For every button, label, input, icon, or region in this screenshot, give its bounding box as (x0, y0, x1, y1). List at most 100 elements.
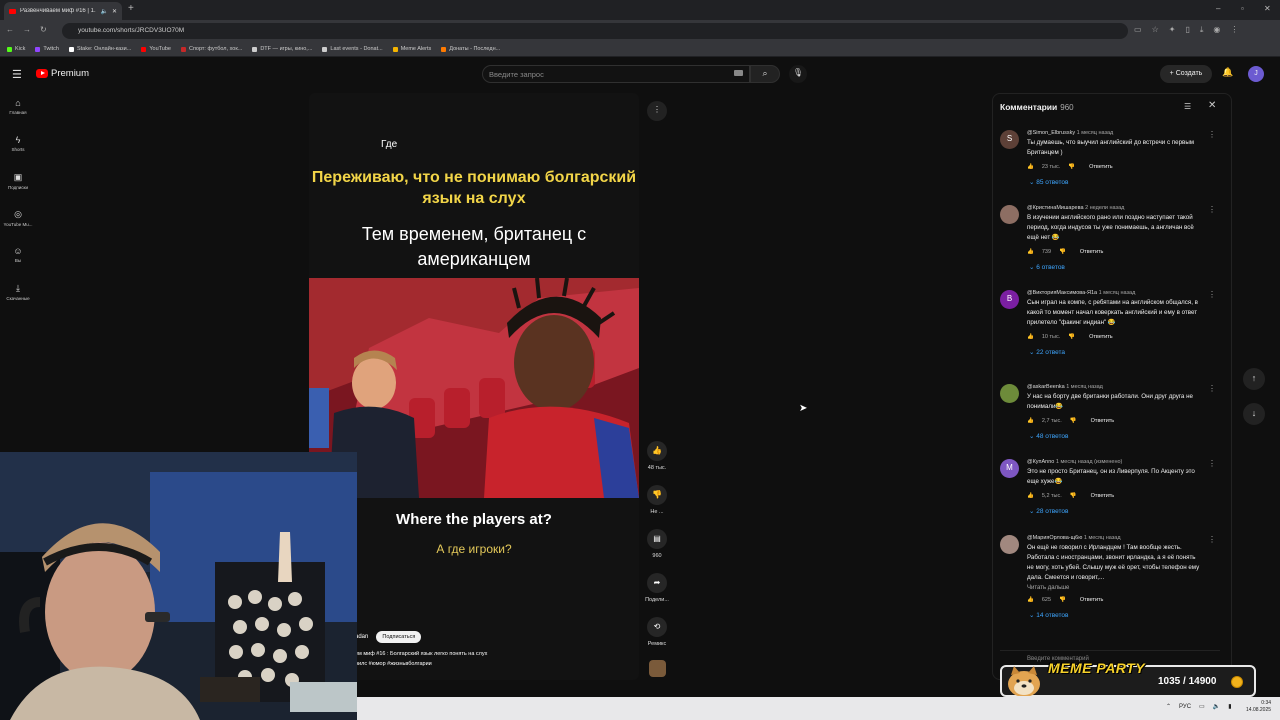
channel-name[interactable]: adan (355, 634, 368, 640)
thumb-up-icon[interactable]: 👍 (1027, 164, 1034, 170)
maximize-icon[interactable]: ▫ (1241, 4, 1244, 13)
comment-avatar[interactable]: M (1000, 459, 1019, 478)
reply-button[interactable]: Ответить (1091, 493, 1115, 499)
thumb-down-icon[interactable]: 👎 (647, 485, 667, 505)
reload-icon[interactable]: ↻ (40, 25, 47, 34)
voice-search-button[interactable]: 🎙 (789, 65, 807, 83)
search-button[interactable]: ⌕ (750, 65, 780, 83)
bookmark-item[interactable]: Twitch (35, 46, 59, 52)
comment-author[interactable]: @КристинаМишарева (1027, 205, 1084, 211)
bookmark-item[interactable]: Stake: Онлайн-кази... (68, 46, 131, 52)
bookmark-item[interactable]: Meme Alerts (392, 46, 431, 52)
extensions-icon[interactable]: ✦ (1169, 25, 1176, 35)
replies-toggle[interactable]: ⌄ 28 ответов (1029, 507, 1203, 515)
thumb-up-icon[interactable]: 👍 (1027, 334, 1034, 340)
avatar[interactable]: J (1248, 66, 1264, 82)
read-more-link[interactable]: Читать дальше (1027, 585, 1203, 591)
comment-author[interactable]: @Simon_Elbrussky (1027, 130, 1075, 136)
language-indicator[interactable]: РУС (1179, 704, 1191, 710)
comment-avatar[interactable] (1000, 205, 1019, 224)
menu-icon[interactable]: ☰ (12, 68, 22, 81)
video-more-button[interactable]: ⋮ (647, 101, 667, 121)
minimize-icon[interactable]: – (1216, 4, 1220, 13)
create-button[interactable]: + Создать (1160, 65, 1212, 83)
new-tab-button[interactable]: + (128, 3, 134, 14)
clock[interactable]: 0:34 14.08.2025 (1246, 700, 1271, 714)
comment-avatar[interactable] (1000, 384, 1019, 403)
bookmark-item[interactable]: Kick (7, 46, 25, 52)
tray-chevron-icon[interactable]: ⌃ (1166, 703, 1171, 710)
download-icon[interactable]: ⤓ (1200, 25, 1204, 35)
comment-menu-icon[interactable]: ⋮ (1208, 130, 1216, 139)
sidebar-item[interactable]: ⤓ Скачанные (0, 283, 36, 301)
comment-menu-icon[interactable]: ⋮ (1208, 535, 1216, 544)
thumb-up-icon[interactable]: 👍 (1027, 418, 1034, 424)
thumb-up-icon[interactable]: 👍 (1027, 597, 1034, 603)
comment-author[interactable]: @askarBeenka (1027, 384, 1065, 390)
sidepanel-icon[interactable]: ▯ (1185, 25, 1189, 35)
bookmark-item[interactable]: Спорт: футбол, хок... (180, 46, 242, 52)
sidebar-item[interactable]: ▣ Подписки (0, 172, 36, 190)
url-field[interactable]: youtube.com/shorts/JRCDV3UO70M (62, 23, 1128, 39)
comment-icon[interactable]: ▤ (647, 529, 667, 549)
sound-thumbnail[interactable] (649, 660, 666, 677)
thumb-up-icon[interactable]: 👍 (1027, 249, 1034, 255)
reply-button[interactable]: Ответить (1089, 164, 1113, 170)
bookmark-item[interactable]: DTF — игры, кино,... (252, 46, 312, 52)
comment-menu-icon[interactable]: ⋮ (1208, 384, 1216, 393)
bookmark-star-icon[interactable]: ☆ (1152, 25, 1159, 35)
thumb-down-icon[interactable]: 👎 (1070, 418, 1077, 424)
search-input[interactable]: Введите запрос (482, 65, 750, 83)
replies-toggle[interactable]: ⌄ 85 ответов (1029, 178, 1203, 186)
sort-icon[interactable]: ☰ (1184, 102, 1191, 111)
reply-button[interactable]: Ответить (1080, 249, 1104, 255)
thumb-down-icon[interactable]: 👎 (1068, 334, 1075, 340)
bookmark-item[interactable]: YouTube (141, 46, 171, 52)
comment-avatar[interactable]: B (1000, 290, 1019, 309)
comment-author[interactable]: @КупAnno (1027, 459, 1054, 465)
comment-menu-icon[interactable]: ⋮ (1208, 205, 1216, 214)
browser-tab[interactable]: Развенчиваем миф #16 | 1... 🔈 ✕ (4, 2, 122, 20)
remix-action[interactable]: ⟲ Ремикс (641, 617, 673, 647)
close-icon[interactable]: ✕ (1208, 100, 1216, 111)
reply-button[interactable]: Ответить (1089, 334, 1113, 340)
window-close-icon[interactable]: ✕ (1264, 4, 1271, 13)
bookmark-item[interactable]: Донаты - Последн... (441, 46, 500, 52)
comment-avatar[interactable]: S (1000, 130, 1019, 149)
replies-toggle[interactable]: ⌄ 6 ответов (1029, 263, 1203, 271)
forward-icon[interactable]: → (23, 25, 31, 34)
thumb-up-icon[interactable]: 👍 (1027, 493, 1034, 499)
cast-icon[interactable]: ▭ (1134, 25, 1142, 35)
bell-icon[interactable]: 🔔 (1222, 67, 1233, 78)
share-icon[interactable]: ➦ (647, 573, 667, 593)
previous-short-button[interactable]: ↑ (1243, 368, 1265, 390)
comment-author[interactable]: @ВикторияМаксимова-Я1а (1027, 290, 1097, 296)
comment-menu-icon[interactable]: ⋮ (1208, 290, 1216, 299)
share-action[interactable]: ➦ Подели... (641, 573, 673, 603)
like-action[interactable]: 👍 48 тыс. (641, 441, 673, 471)
volume-icon[interactable]: 🔈 (1213, 703, 1220, 710)
keyboard-icon[interactable] (734, 70, 743, 76)
tab-close-icon[interactable]: ✕ (112, 8, 117, 15)
comment-avatar[interactable] (1000, 535, 1019, 554)
replies-toggle[interactable]: ⌄ 48 ответов (1029, 432, 1203, 440)
thumb-down-icon[interactable]: 👎 (1070, 493, 1077, 499)
sidebar-item[interactable]: ⌂ Главная (0, 98, 36, 115)
dislike-action[interactable]: 👎 Не ... (641, 485, 673, 515)
comment-author[interactable]: @МарияОрлова-щ6ю (1027, 535, 1082, 541)
sidebar-item[interactable]: ☺ Вы (0, 246, 36, 263)
thumb-down-icon[interactable]: 👎 (1059, 249, 1066, 255)
network-icon[interactable]: ▭ (1199, 703, 1205, 710)
next-short-button[interactable]: ↓ (1243, 403, 1265, 425)
reply-button[interactable]: Ответить (1091, 418, 1115, 424)
sidebar-item[interactable]: ◎ YouTube Mu... (0, 209, 36, 227)
battery-icon[interactable]: ▮ (1228, 703, 1231, 710)
comment-menu-icon[interactable]: ⋮ (1208, 459, 1216, 468)
sidebar-item[interactable]: ϟ Shorts (0, 135, 36, 152)
replies-toggle[interactable]: ⌄ 22 ответа (1029, 348, 1203, 356)
thumb-up-icon[interactable]: 👍 (647, 441, 667, 461)
youtube-logo[interactable]: Premium (36, 68, 89, 79)
video-title[interactable]: ем миф #16 : Болгарский язык легко понят… (355, 649, 487, 669)
tab-audio-icon[interactable]: 🔈 (100, 8, 107, 15)
bookmark-item[interactable]: Last events - Donat... (322, 46, 383, 52)
